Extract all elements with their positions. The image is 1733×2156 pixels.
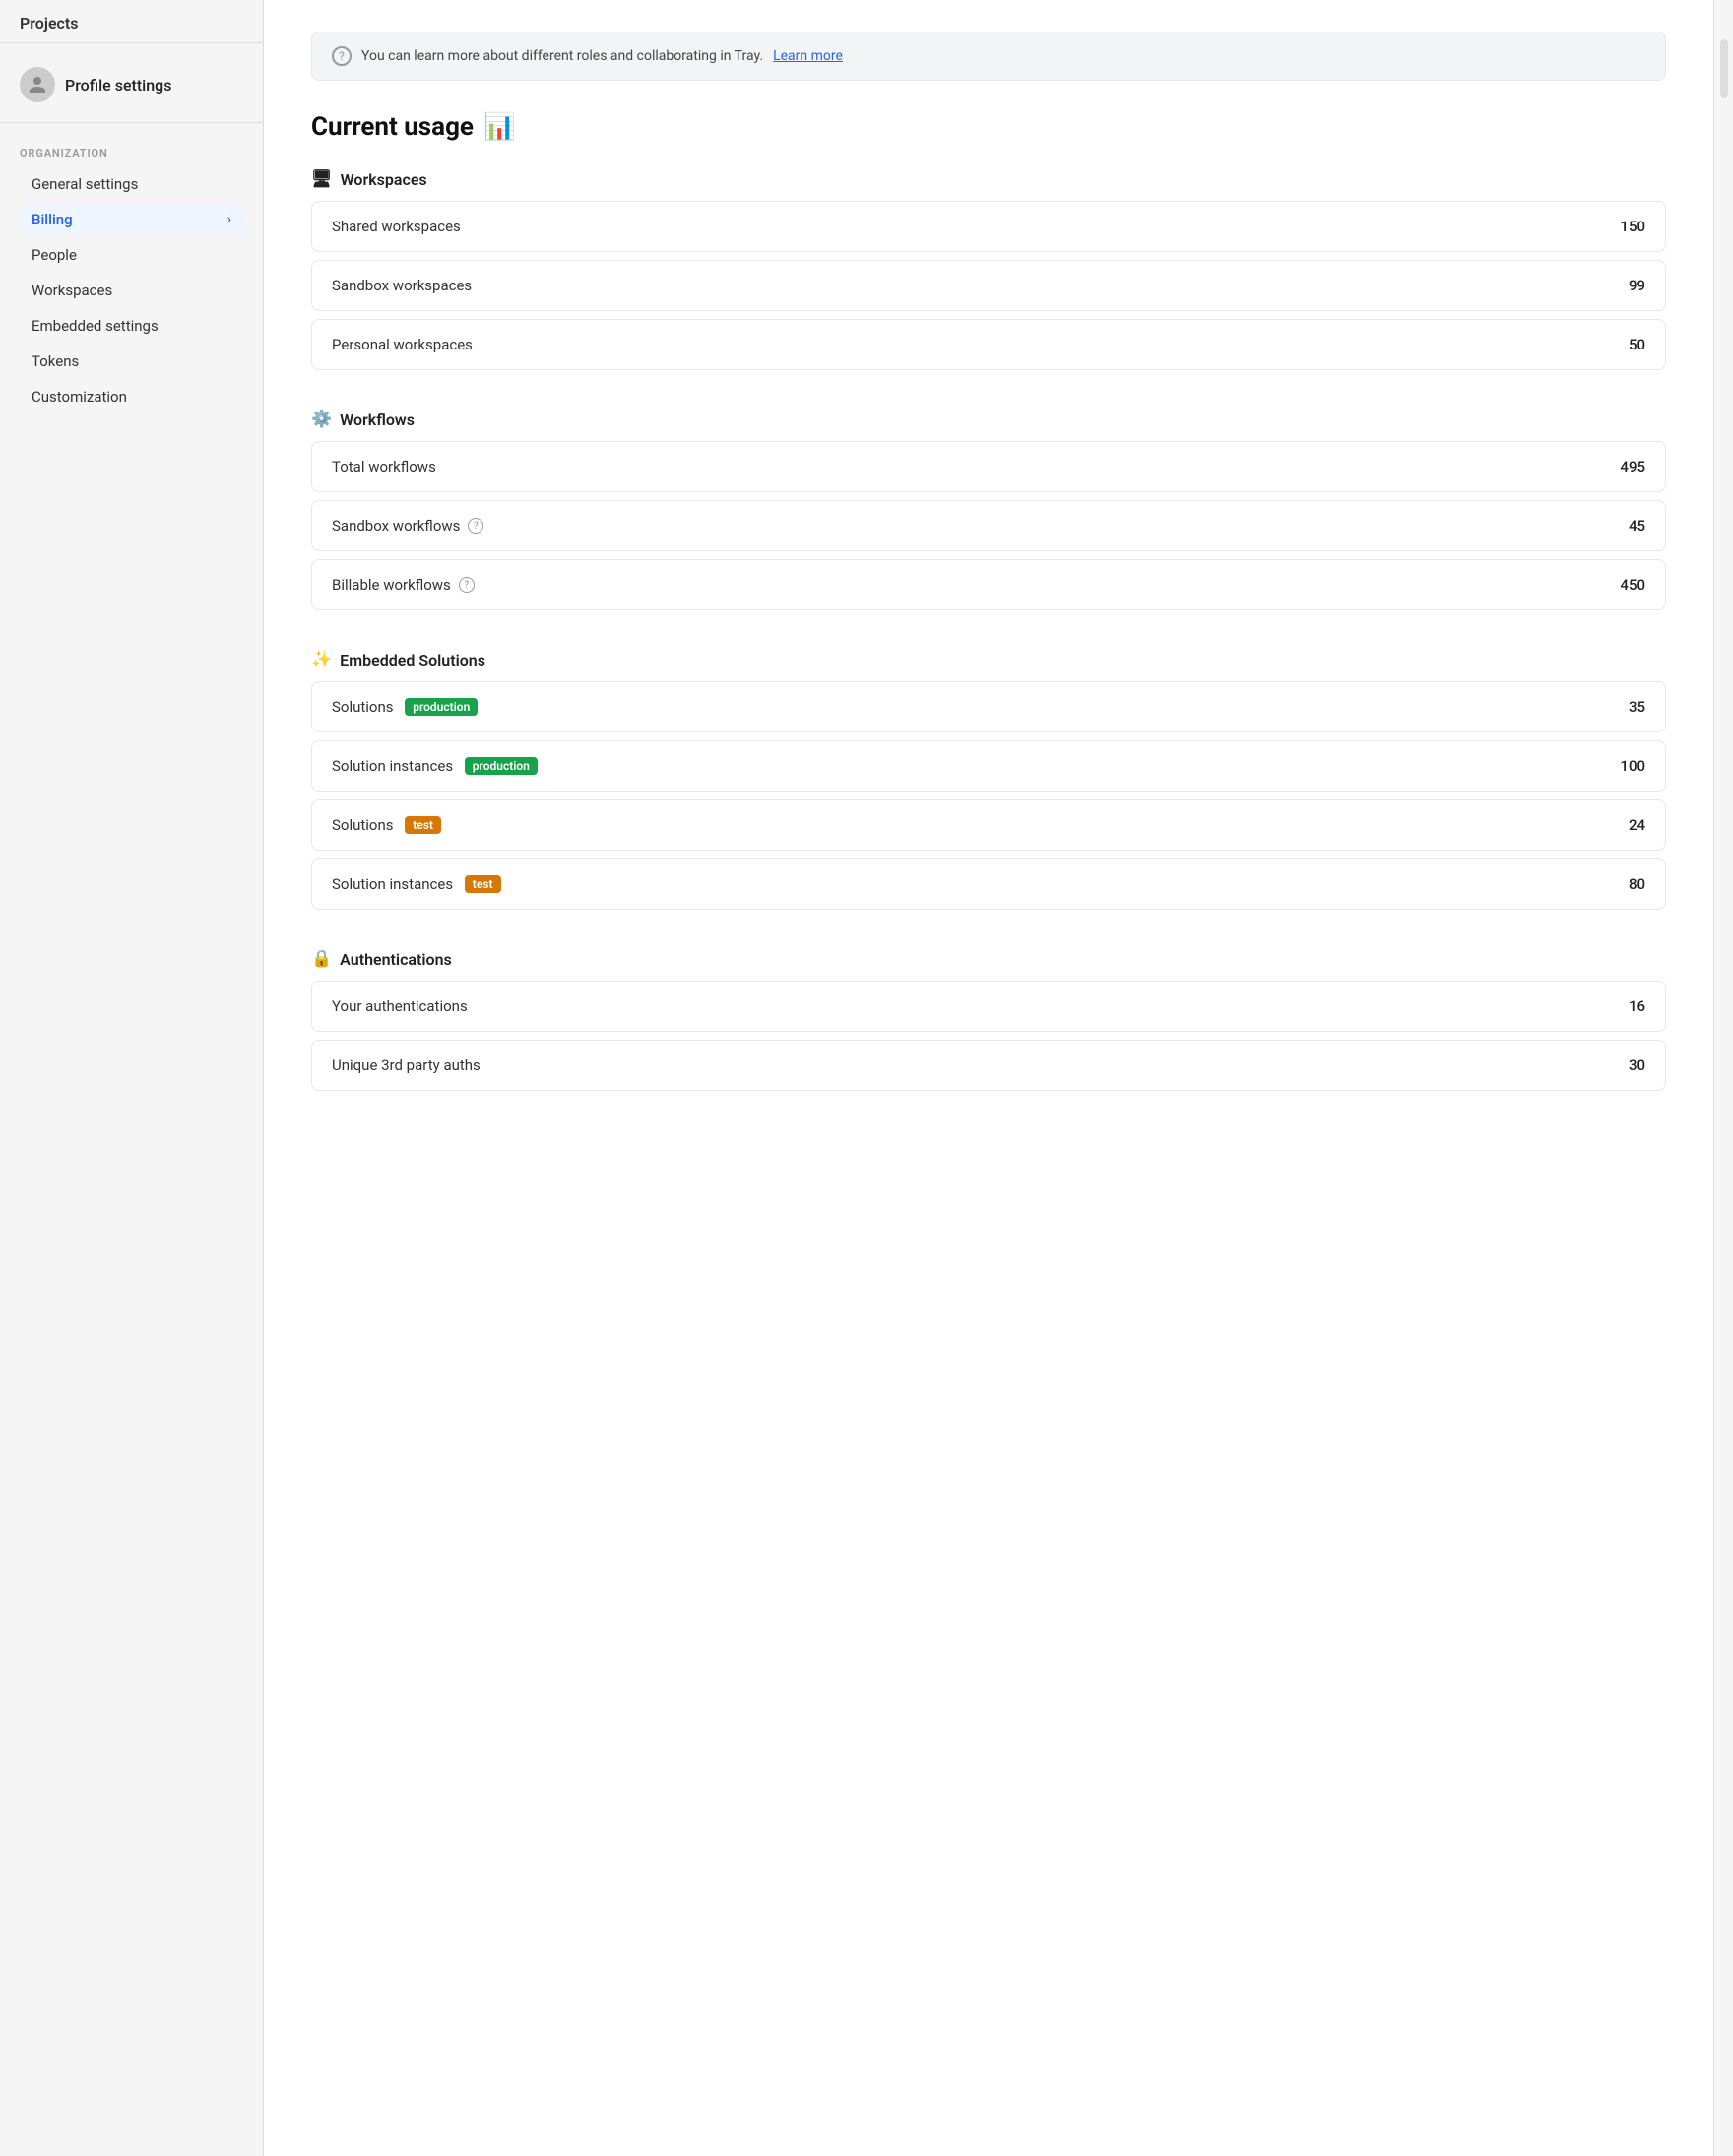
solution-instances-test-value: 80 [1629, 875, 1645, 893]
production-badge: production [405, 698, 478, 716]
solutions-test-label: Solutions test [332, 816, 441, 834]
org-section-label: ORGANIZATION [20, 147, 243, 159]
solutions-production-label: Solutions production [332, 698, 478, 716]
production-badge-2: production [465, 757, 538, 775]
total-workflows-row: Total workflows 495 [311, 441, 1666, 492]
workspaces-heading: 🖥 Workspaces [311, 169, 1666, 189]
sidebar-item-general-settings[interactable]: General settings [20, 167, 243, 201]
nav-label: Embedded settings [32, 317, 159, 335]
billable-workflows-value: 450 [1620, 576, 1645, 594]
info-banner: ? You can learn more about different rol… [311, 32, 1666, 81]
sandbox-workspaces-row: Sandbox workspaces 99 [311, 260, 1666, 311]
total-workflows-label: Total workflows [332, 458, 436, 476]
authentications-icon: 🔒 [311, 949, 332, 969]
sidebar-item-embedded-settings[interactable]: Embedded settings [20, 309, 243, 343]
workspaces-label: Workspaces [341, 170, 427, 189]
sidebar-nav: General settings Billing › People Worksp… [20, 167, 243, 413]
authentications-label: Authentications [340, 950, 452, 969]
test-badge: test [405, 816, 441, 834]
shared-workspaces-value: 150 [1620, 218, 1645, 235]
solution-instances-production-value: 100 [1620, 757, 1645, 775]
solutions-test-row: Solutions test 24 [311, 799, 1666, 851]
workflows-label: Workflows [340, 411, 415, 429]
personal-workspaces-row: Personal workspaces 50 [311, 319, 1666, 370]
solutions-test-value: 24 [1629, 816, 1645, 834]
org-section: ORGANIZATION General settings Billing › … [0, 123, 263, 423]
unique-3rd-party-row: Unique 3rd party auths 30 [311, 1040, 1666, 1091]
your-authentications-label: Your authentications [332, 997, 468, 1015]
nav-label: Customization [32, 388, 127, 406]
total-workflows-value: 495 [1620, 458, 1645, 476]
page-title: Current usage 📊 [311, 112, 1666, 142]
projects-header: Projects [0, 0, 263, 43]
right-side-panel [1713, 0, 1733, 2156]
profile-section: Profile settings [0, 43, 263, 123]
personal-workspaces-label: Personal workspaces [332, 336, 473, 353]
sandbox-workflows-help-icon[interactable]: ? [468, 518, 483, 534]
workflows-heading: ⚙️ Workflows [311, 410, 1666, 429]
solutions-production-row: Solutions production 35 [311, 681, 1666, 732]
learn-more-link[interactable]: Learn more [773, 48, 843, 64]
sandbox-workflows-row: Sandbox workflows ? 45 [311, 500, 1666, 551]
authentications-heading: 🔒 Authentications [311, 949, 1666, 969]
page-title-text: Current usage [311, 112, 474, 142]
sidebar-item-workspaces[interactable]: Workspaces [20, 274, 243, 307]
solution-instances-production-label: Solution instances production [332, 757, 538, 775]
solutions-production-value: 35 [1629, 698, 1645, 716]
embedded-solutions-section: ✨ Embedded Solutions Solutions productio… [311, 650, 1666, 910]
shared-workspaces-row: Shared workspaces 150 [311, 201, 1666, 252]
sidebar-item-billing[interactable]: Billing › [20, 203, 243, 236]
avatar [20, 67, 55, 102]
your-authentications-value: 16 [1629, 997, 1645, 1015]
billable-workflows-label: Billable workflows ? [332, 576, 475, 594]
workflows-icon: ⚙️ [311, 410, 332, 429]
sidebar-item-people[interactable]: People [20, 238, 243, 272]
nav-label: Billing [32, 211, 73, 228]
info-icon: ? [332, 46, 352, 66]
sandbox-workspaces-label: Sandbox workspaces [332, 277, 472, 294]
sandbox-workflows-label: Sandbox workflows ? [332, 517, 483, 535]
nav-label: General settings [32, 175, 138, 193]
unique-3rd-party-value: 30 [1629, 1056, 1645, 1074]
unique-3rd-party-label: Unique 3rd party auths [332, 1056, 481, 1074]
nav-label: Tokens [32, 352, 79, 370]
workspaces-icon: 🖥 [311, 169, 333, 189]
solution-instances-test-row: Solution instances test 80 [311, 858, 1666, 910]
billable-workflows-help-icon[interactable]: ? [459, 577, 475, 593]
shared-workspaces-label: Shared workspaces [332, 218, 461, 235]
embedded-solutions-icon: ✨ [311, 650, 332, 669]
profile-row[interactable]: Profile settings [20, 67, 243, 102]
sandbox-workflows-value: 45 [1629, 517, 1645, 535]
nav-label: Workspaces [32, 282, 112, 299]
sidebar-item-customization[interactable]: Customization [20, 380, 243, 413]
page-title-emoji: 📊 [483, 112, 515, 142]
sandbox-workspaces-value: 99 [1629, 277, 1645, 294]
sidebar: Projects Profile settings ORGANIZATION G… [0, 0, 264, 2156]
profile-label: Profile settings [65, 76, 171, 95]
authentications-section: 🔒 Authentications Your authentications 1… [311, 949, 1666, 1091]
chevron-right-icon: › [227, 212, 231, 227]
workflows-section: ⚙️ Workflows Total workflows 495 Sandbox… [311, 410, 1666, 610]
solution-instances-test-label: Solution instances test [332, 875, 501, 893]
banner-text: You can learn more about different roles… [361, 48, 763, 64]
solution-instances-production-row: Solution instances production 100 [311, 740, 1666, 792]
projects-label: Projects [20, 14, 79, 32]
embedded-solutions-label: Embedded Solutions [340, 651, 485, 669]
personal-workspaces-value: 50 [1629, 336, 1645, 353]
sidebar-item-tokens[interactable]: Tokens [20, 345, 243, 378]
test-badge-2: test [465, 875, 501, 893]
embedded-solutions-heading: ✨ Embedded Solutions [311, 650, 1666, 669]
workspaces-section: 🖥 Workspaces Shared workspaces 150 Sandb… [311, 169, 1666, 370]
nav-label: People [32, 246, 77, 264]
scrollbar[interactable] [1720, 39, 1728, 98]
your-authentications-row: Your authentications 16 [311, 981, 1666, 1032]
main-content: ? You can learn more about different rol… [264, 0, 1713, 2156]
billable-workflows-row: Billable workflows ? 450 [311, 559, 1666, 610]
